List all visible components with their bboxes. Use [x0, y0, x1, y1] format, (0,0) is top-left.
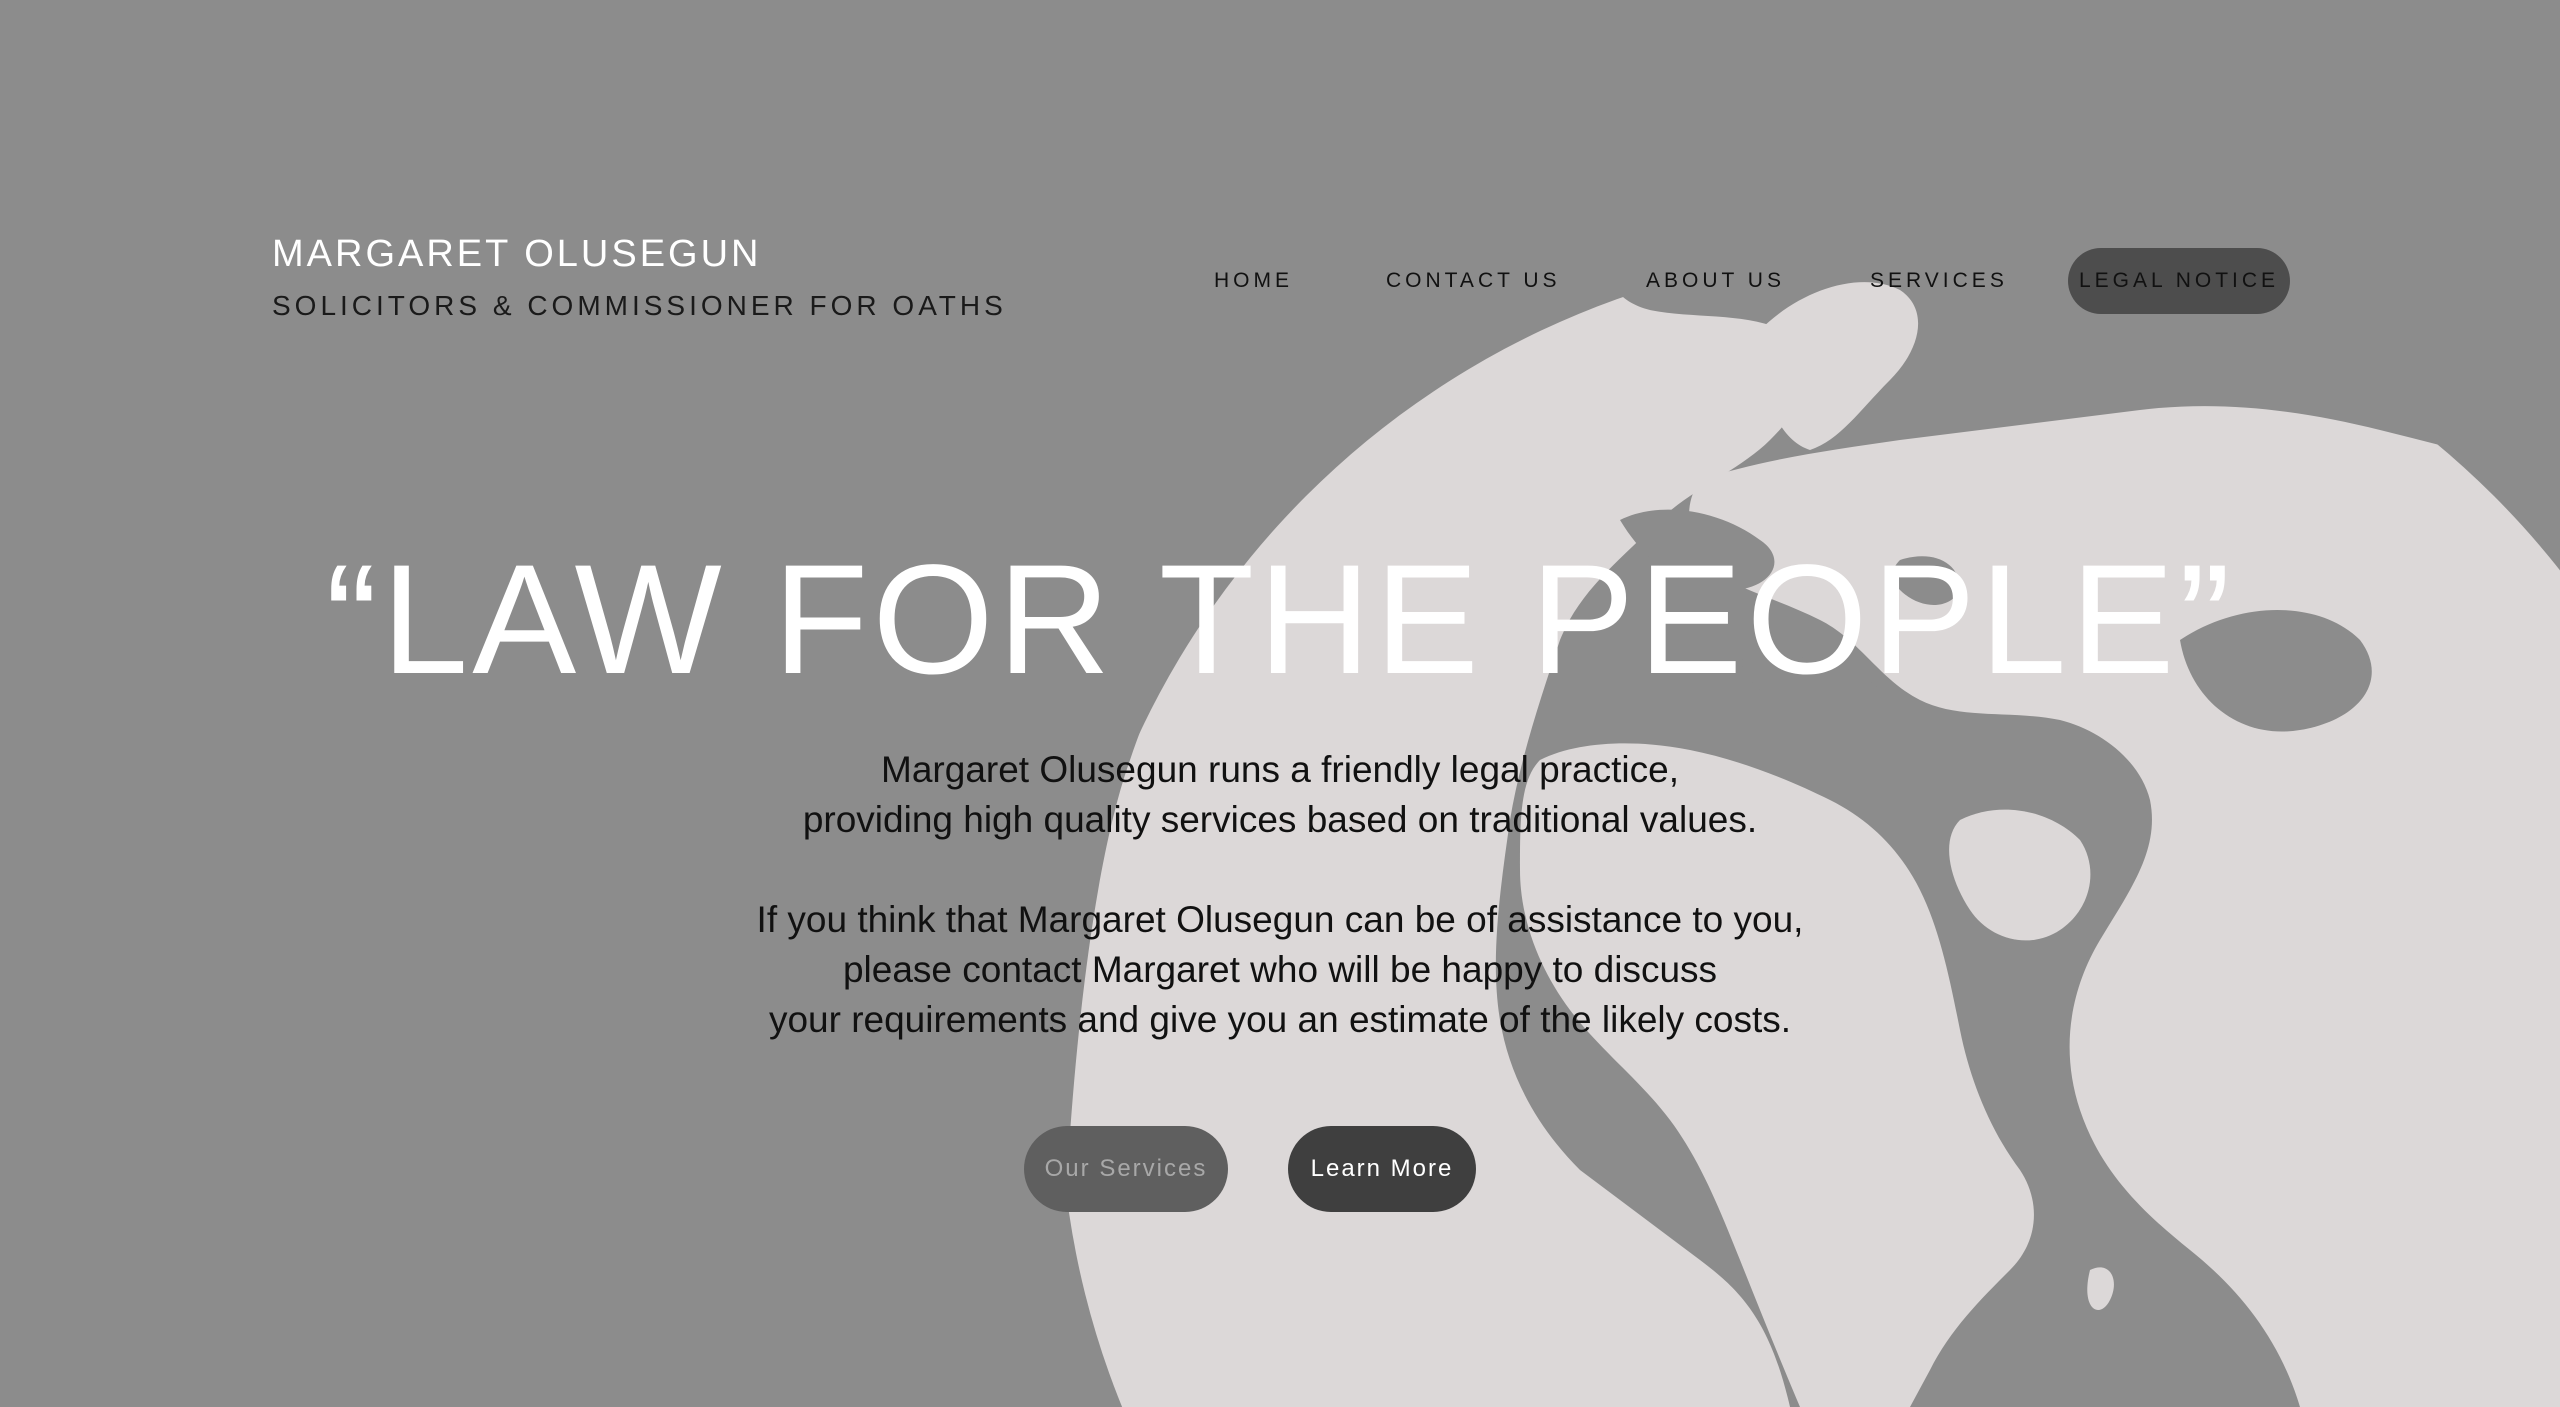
main-nav: HOME CONTACT US ABOUT US SERVICES LEGAL …	[1180, 248, 2290, 314]
learn-more-button[interactable]: Learn More	[1288, 1126, 1476, 1212]
hero-headline: “LAW FOR THE PEOPLE”	[325, 533, 2235, 707]
hero-text-line: your requirements and give you an estima…	[768, 999, 1792, 1040]
nav-item-legal-notice[interactable]: LEGAL NOTICE	[2068, 248, 2290, 314]
nav-item-services[interactable]: SERVICES	[1870, 248, 2008, 314]
brand[interactable]: MARGARET OLUSEGUN SOLICITORS & COMMISSIO…	[272, 230, 1007, 324]
nav-item-contact-us[interactable]: CONTACT US	[1386, 248, 1561, 314]
hero-description: Margaret Olusegun runs a friendly legal …	[0, 745, 2560, 1045]
brand-tagline: SOLICITORS & COMMISSIONER FOR OATHS	[272, 290, 1007, 321]
hero-text-line: providing high quality services based on…	[802, 799, 1758, 840]
our-services-button[interactable]: Our Services	[1024, 1126, 1228, 1212]
hero-text-line: If you think that Margaret Olusegun can …	[756, 899, 1804, 940]
hero-text-line: please contact Margaret who will be happ…	[842, 949, 1718, 990]
hero-text-line: Margaret Olusegun runs a friendly legal …	[881, 749, 1679, 790]
nav-item-about-us[interactable]: ABOUT US	[1646, 248, 1785, 314]
brand-name[interactable]: MARGARET OLUSEGUN	[272, 230, 1007, 278]
nav-item-home[interactable]: HOME	[1214, 248, 1293, 314]
